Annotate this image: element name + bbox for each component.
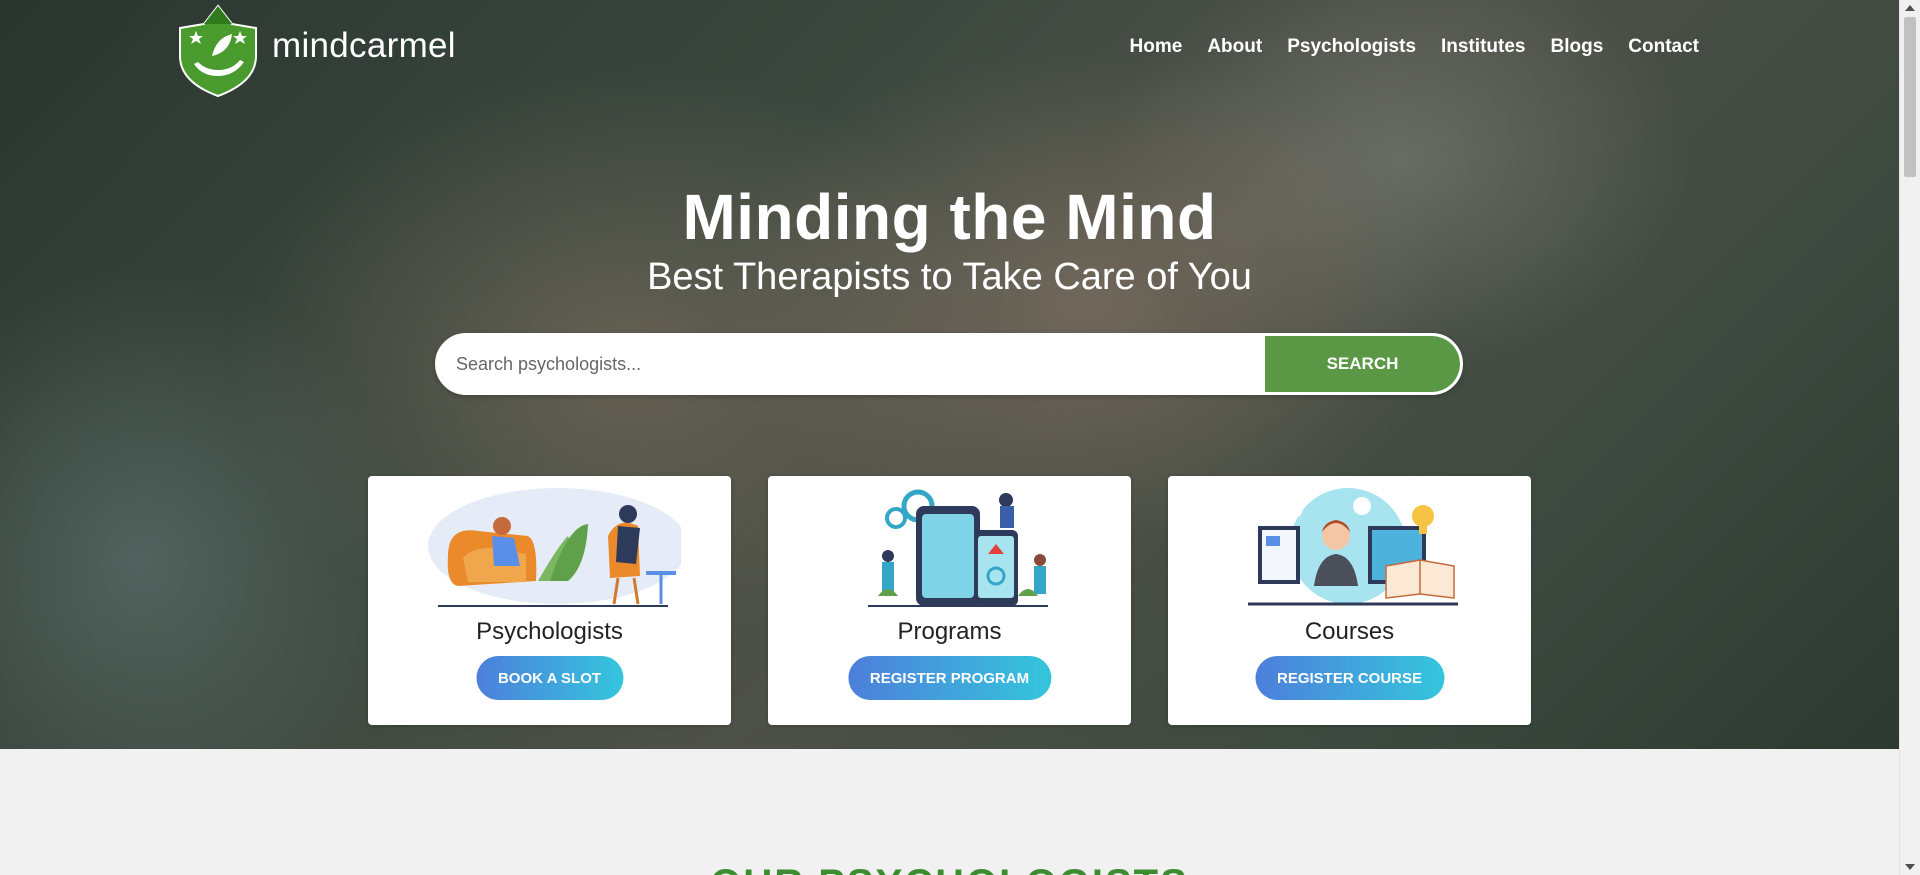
- leaf-hand-shield-icon: [179, 4, 257, 98]
- nav-psychologists[interactable]: Psychologists: [1287, 36, 1416, 58]
- search-bar: SEARCH: [435, 333, 1463, 395]
- scroll-down-icon[interactable]: [1905, 864, 1915, 870]
- nav-blogs[interactable]: Blogs: [1550, 36, 1603, 58]
- nav-about[interactable]: About: [1207, 36, 1262, 58]
- online-course-illustration: [1248, 488, 1458, 606]
- vertical-scrollbar[interactable]: [1899, 0, 1920, 875]
- card-title: Courses: [1304, 618, 1395, 645]
- therapy-session-illustration: [428, 488, 681, 607]
- register-course-button[interactable]: REGISTER COURSE: [1254, 656, 1445, 700]
- card-programs: Programs REGISTER PROGRAM: [768, 476, 1131, 725]
- search-input[interactable]: [438, 336, 1265, 392]
- scroll-up-icon[interactable]: [1905, 5, 1915, 11]
- nav-home[interactable]: Home: [1130, 36, 1183, 58]
- site-logo[interactable]: mindcarmel: [172, 4, 456, 98]
- nav-institutes[interactable]: Institutes: [1441, 36, 1525, 58]
- card-title: Programs: [897, 618, 1002, 645]
- search-button[interactable]: SEARCH: [1265, 336, 1460, 392]
- section-title: OUR PSYCHOLOGISTS: [0, 862, 1899, 875]
- book-slot-button[interactable]: BOOK A SLOT: [475, 656, 624, 700]
- main-nav: Home About Psychologists Institutes Blog…: [1105, 36, 1699, 58]
- brand-name: mindcarmel: [272, 26, 456, 65]
- hero-subtitle: Best Therapists to Take Care of You: [647, 256, 1252, 298]
- scroll-thumb[interactable]: [1904, 17, 1916, 177]
- hero-title: Minding the Mind: [682, 181, 1217, 253]
- service-cards: Psychologists BOOK A SLOT Programs REGIS…: [368, 476, 1531, 725]
- register-program-button[interactable]: REGISTER PROGRAM: [847, 656, 1052, 700]
- card-courses: Courses REGISTER COURSE: [1168, 476, 1531, 725]
- nav-contact[interactable]: Contact: [1628, 36, 1699, 58]
- mobile-app-illustration: [868, 489, 1048, 607]
- card-title: Psychologists: [476, 618, 623, 645]
- card-psychologists: Psychologists BOOK A SLOT: [368, 476, 731, 725]
- hero-banner: mindcarmel Home About Psychologists Inst…: [0, 0, 1899, 749]
